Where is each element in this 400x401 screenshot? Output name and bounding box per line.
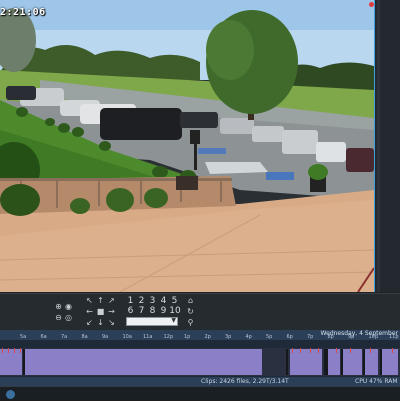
timeline-hour-label: 5a [20, 334, 27, 340]
bottom-toolbar [0, 386, 400, 401]
preset-button-9[interactable]: 9 [159, 307, 168, 316]
motion-marker[interactable] [392, 348, 393, 353]
preset-button-5[interactable]: 5 [170, 297, 179, 306]
timeline-hour-label: 2p [204, 334, 211, 340]
recording-gap [23, 349, 25, 375]
zoom-out-icon[interactable]: ⊖ [54, 314, 63, 322]
pan-down-icon[interactable]: ↓ [96, 319, 105, 327]
motion-marker[interactable] [318, 348, 319, 353]
timeline-hour-label: 8p [327, 334, 334, 340]
preset-button-10[interactable]: 10 [169, 307, 181, 316]
recording-segment[interactable] [328, 349, 340, 375]
camera-frame [0, 0, 374, 292]
preset-button-6[interactable]: 6 [126, 307, 135, 316]
motion-marker[interactable] [370, 348, 371, 353]
menu-icon[interactable] [6, 390, 15, 399]
recording-gap [341, 349, 343, 375]
zoom-in-icon[interactable]: ⊕ [54, 303, 63, 311]
timeline-hour-label: 11p [389, 334, 399, 340]
motion-marker[interactable] [8, 348, 9, 353]
timeline-hour-label: 9p [348, 334, 355, 340]
clips-info: Clips: 2426 files, 2.29T/3.14T [201, 378, 289, 385]
timeline-hour-label: 7a [61, 334, 68, 340]
recording-gap [286, 349, 288, 375]
recording-segment[interactable] [342, 349, 362, 375]
timeline-hour-label: 1p [184, 334, 191, 340]
recording-segment[interactable] [0, 349, 22, 375]
preset-button-1[interactable]: 1 [126, 297, 135, 306]
preset-dropdown[interactable]: ▼ [126, 317, 178, 326]
timeline-hour-label: 4p [245, 334, 252, 340]
pan-up-left-icon[interactable]: ↖ [85, 297, 94, 305]
timeline-hour-label: 6p [286, 334, 293, 340]
motion-marker[interactable] [14, 348, 15, 353]
recording-segment[interactable] [382, 349, 398, 375]
panel-divider [377, 0, 380, 292]
camera-view[interactable]: 2:21:06 [0, 0, 375, 292]
pan-up-right-icon[interactable]: ↗ [107, 297, 116, 305]
timeline-hour-label: 10a [122, 334, 132, 340]
timestamp-overlay: 2:21:06 [0, 7, 46, 18]
hour-ticks: 5a 6a 7a 8a 9a 10a 11a 12p 1p 2p 3p 4p 5p 6p 7p 8p 9p 10p… [0, 334, 400, 340]
timeline-hour-label: 7p [307, 334, 314, 340]
timeline-hour-label: 12p [163, 334, 174, 340]
timeline-hour-label: 10p [368, 334, 379, 340]
pan-up-icon[interactable]: ↑ [96, 297, 105, 305]
pan-stop-icon[interactable]: ■ [96, 308, 105, 316]
timeline-hour-label: 8a [81, 334, 88, 340]
recording-indicator [369, 2, 374, 7]
pan-left-icon[interactable]: ← [85, 308, 94, 316]
eye-icon[interactable]: ◉ [64, 303, 73, 311]
timeline-hour-label: 3p [225, 334, 232, 340]
refresh-icon[interactable]: ↻ [186, 308, 195, 316]
motion-marker[interactable] [2, 348, 3, 353]
motion-marker[interactable] [336, 348, 337, 353]
timeline-track[interactable] [0, 348, 400, 376]
pan-right-icon[interactable]: → [107, 308, 116, 316]
recording-gap [380, 349, 382, 375]
recording-segment[interactable] [290, 349, 322, 375]
timeline-hour-label: 5p [266, 334, 273, 340]
recording-gap [363, 349, 365, 375]
status-bar [0, 377, 400, 386]
preset-button-8[interactable]: 8 [148, 307, 157, 316]
pan-down-right-icon[interactable]: ↘ [107, 319, 116, 327]
recording-gap [324, 349, 326, 375]
cpu-info: CPU 47% RAM [355, 378, 398, 385]
motion-marker[interactable] [310, 348, 311, 353]
preset-button-7[interactable]: 7 [137, 307, 146, 316]
pan-down-left-icon[interactable]: ↙ [85, 319, 94, 327]
preset-button-2[interactable]: 2 [137, 297, 146, 306]
motion-marker[interactable] [350, 348, 351, 353]
chevron-down-icon: ▼ [171, 317, 176, 324]
focus-icon[interactable]: ◎ [64, 314, 73, 322]
camera-list-panel[interactable] [375, 0, 400, 292]
timeline-hour-label: 6a [40, 334, 47, 340]
home-icon[interactable]: ⌂ [186, 297, 195, 305]
motion-marker[interactable] [292, 348, 293, 353]
recording-segment[interactable] [24, 349, 262, 375]
location-pin-icon[interactable]: ⚲ [186, 319, 195, 327]
preset-button-3[interactable]: 3 [148, 297, 157, 306]
timeline-header: Wednesday, 4 September 5a 6a 7a 8a 9a 10a 11a 1… [0, 330, 400, 340]
timeline-hour-label: 9a [102, 334, 109, 340]
ptz-control-bar [0, 293, 400, 331]
motion-marker[interactable] [20, 348, 21, 353]
recording-gap [326, 349, 328, 375]
timeline-hour-label: 11a [143, 334, 153, 340]
motion-marker[interactable] [300, 348, 301, 353]
preset-button-4[interactable]: 4 [159, 297, 168, 306]
